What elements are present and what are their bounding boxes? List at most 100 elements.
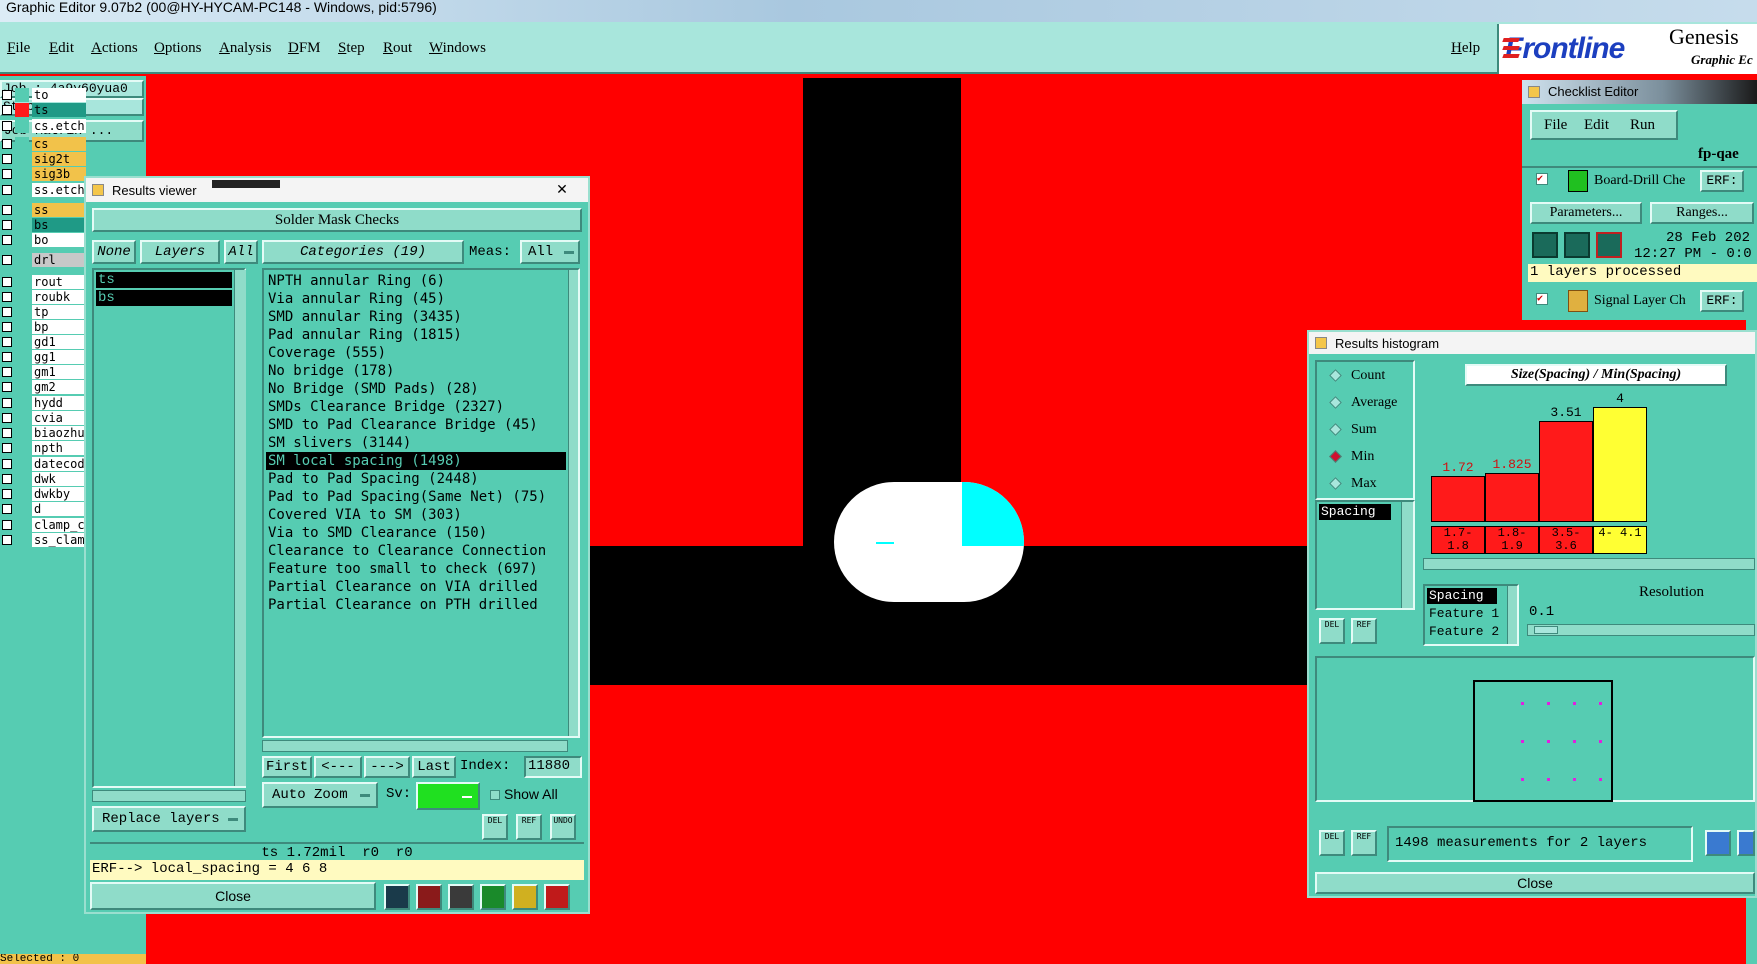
mode-min[interactable]: Min	[1329, 449, 1374, 465]
layer-row[interactable]: clamp_cs	[0, 518, 86, 533]
toolbar-icon-4[interactable]	[480, 884, 506, 910]
category-item[interactable]: NPTH annular Ring (6)	[266, 272, 566, 290]
category-item[interactable]: Via to SMD Clearance (150)	[266, 524, 566, 542]
layer-list-item-ts[interactable]: ts	[96, 272, 232, 288]
mode-average[interactable]: Average	[1329, 395, 1397, 411]
first-button[interactable]: First	[262, 756, 312, 778]
category-item[interactable]: SMD annular Ring (3435)	[266, 308, 566, 326]
layer-checkbox[interactable]	[2, 205, 12, 215]
layer-checkbox[interactable]	[2, 220, 12, 230]
category-item[interactable]: Pad to Pad Spacing (2448)	[266, 470, 566, 488]
layer-results-list[interactable]: ts bs	[92, 268, 246, 788]
category-item[interactable]: Partial Clearance on PTH drilled	[266, 596, 566, 614]
metric-scrollbar[interactable]	[1401, 502, 1413, 608]
hist-ref-button[interactable]: REF	[1351, 618, 1377, 644]
metric-item-spacing[interactable]: Spacing	[1319, 504, 1391, 520]
axis-scrollbar[interactable]	[1507, 586, 1517, 644]
category-item[interactable]: Coverage (555)	[266, 344, 566, 362]
last-button[interactable]: Last	[412, 756, 456, 778]
layer-row[interactable]: datecode	[0, 457, 86, 472]
mode-count[interactable]: Count	[1329, 368, 1385, 384]
layer-list-hscrollbar[interactable]	[92, 790, 246, 802]
layer-row[interactable]: roubk	[0, 290, 86, 305]
layer-row[interactable]: ss	[0, 203, 86, 218]
layer-row[interactable]: biaozhu	[0, 426, 86, 441]
layer-row[interactable]: cvia	[0, 411, 86, 426]
layer-row[interactable]: rout	[0, 275, 86, 290]
layer-checkbox[interactable]	[2, 185, 12, 195]
layer-checkbox[interactable]	[2, 277, 12, 287]
category-item[interactable]: SMD to Pad Clearance Bridge (45)	[266, 416, 566, 434]
menu-analysis[interactable]: Analysis	[219, 40, 272, 57]
erf-button[interactable]: ERF:	[1700, 170, 1744, 192]
category-list-scrollbar[interactable]	[568, 270, 578, 736]
layer-checkbox[interactable]	[2, 520, 12, 530]
replace-layers-dropdown[interactable]: Replace layers	[92, 806, 246, 832]
category-item[interactable]: No bridge (178)	[266, 362, 566, 380]
histogram-bar[interactable]	[1485, 473, 1539, 522]
layer-checkbox[interactable]	[2, 428, 12, 438]
menu-rout[interactable]: Rout	[383, 40, 412, 57]
ref-button[interactable]: REF	[516, 814, 542, 840]
toolbar-icon-3[interactable]	[448, 884, 474, 910]
layer-checkbox[interactable]	[2, 337, 12, 347]
index-input[interactable]: 11880	[524, 756, 582, 778]
layer-row[interactable]: tp	[0, 305, 86, 320]
category-list[interactable]: NPTH annular Ring (6) Via annular Ring (4…	[262, 268, 580, 738]
run-icon[interactable]	[1532, 232, 1558, 258]
layer-checkbox[interactable]	[2, 398, 12, 408]
layer-checkbox[interactable]	[2, 169, 12, 179]
layer-checkbox[interactable]	[2, 443, 12, 453]
resolution-slider-thumb[interactable]	[1534, 626, 1558, 634]
category-item[interactable]: SM local spacing (1498)	[266, 452, 566, 470]
menu-file[interactable]: File	[7, 40, 30, 57]
layer-list-scrollbar[interactable]	[234, 270, 246, 786]
resolution-slider[interactable]	[1527, 624, 1755, 636]
window-close-icon[interactable]: ✕	[542, 180, 582, 198]
layer-list-item-bs[interactable]: bs	[96, 290, 232, 306]
layer-row[interactable]: gm1	[0, 365, 86, 380]
histogram-tool-icon-2[interactable]	[1737, 830, 1755, 856]
category-item[interactable]: Via annular Ring (45)	[266, 290, 566, 308]
category-item[interactable]: Pad annular Ring (1815)	[266, 326, 566, 344]
checklist-menu-edit[interactable]: Edit	[1584, 117, 1609, 134]
layer-checkbox[interactable]	[2, 413, 12, 423]
layer-row[interactable]: gd1	[0, 335, 86, 350]
menu-dfm[interactable]: DFM	[288, 40, 321, 57]
metric-list[interactable]: Spacing	[1315, 500, 1415, 610]
layer-checkbox[interactable]	[2, 255, 12, 265]
layer-row[interactable]: cs	[0, 137, 86, 152]
category-item[interactable]: Pad to Pad Spacing(Same Net) (75)	[266, 488, 566, 506]
hist-del-button[interactable]: DEL	[1319, 618, 1345, 644]
run-action-icon[interactable]	[1564, 232, 1590, 258]
erf-button-2[interactable]: ERF:	[1700, 290, 1744, 312]
category-item[interactable]: SMDs Clearance Bridge (2327)	[266, 398, 566, 416]
layer-checkbox[interactable]	[2, 154, 12, 164]
category-item[interactable]: No Bridge (SMD Pads) (28)	[266, 380, 566, 398]
categories-button[interactable]: Categories (19)	[262, 240, 464, 264]
layer-row[interactable]: cs.etch	[0, 119, 86, 134]
axis-item-spacing[interactable]: Spacing	[1427, 588, 1497, 604]
undo-button[interactable]: UNDO	[550, 814, 576, 840]
prev-button[interactable]: <---	[314, 756, 362, 778]
layer-checkbox[interactable]	[2, 489, 12, 499]
layer-row[interactable]: sig2t	[0, 152, 86, 167]
checklist-menu-run[interactable]: Run	[1630, 117, 1655, 134]
histogram-icon[interactable]	[544, 884, 570, 910]
category-list-hscrollbar[interactable]	[262, 740, 568, 752]
layer-checkbox[interactable]	[2, 307, 12, 317]
histogram-bar[interactable]	[1431, 476, 1485, 522]
sv-color-dropdown[interactable]	[416, 782, 480, 810]
next-button[interactable]: --->	[364, 756, 410, 778]
layer-checkbox[interactable]	[2, 121, 12, 131]
category-item[interactable]: Covered VIA to SM (303)	[266, 506, 566, 524]
ranges-button[interactable]: Ranges...	[1650, 202, 1754, 224]
layer-row[interactable]: gg1	[0, 350, 86, 365]
layer-checkbox[interactable]	[2, 352, 12, 362]
layer-checkbox[interactable]	[2, 504, 12, 514]
layer-row[interactable]: gm2	[0, 380, 86, 395]
results-viewer-close-button[interactable]: Close	[90, 882, 376, 910]
axis-item-feature2[interactable]: Feature 2	[1427, 624, 1499, 640]
checklist-item-signal-layer[interactable]: Signal Layer Ch	[1594, 293, 1686, 309]
meas-dropdown[interactable]: All	[520, 240, 580, 264]
